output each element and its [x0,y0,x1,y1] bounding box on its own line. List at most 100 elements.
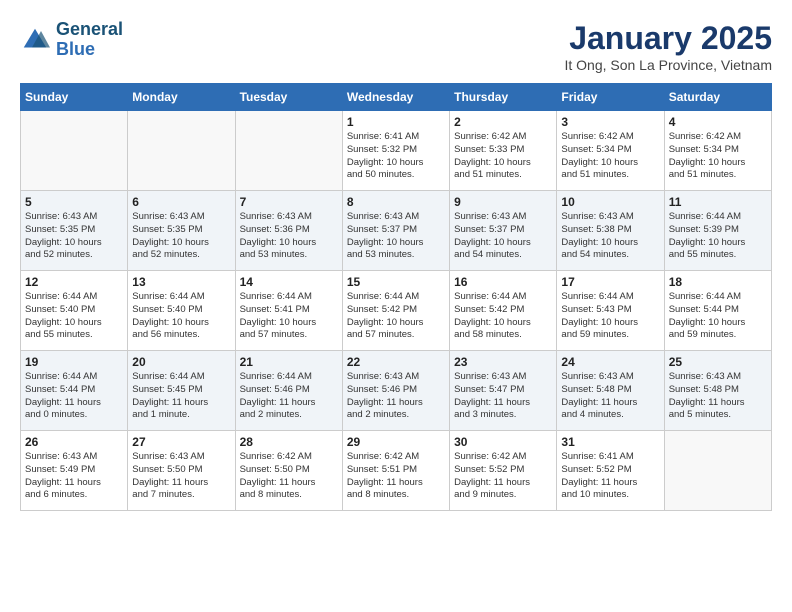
title-block: January 2025 It Ong, Son La Province, Vi… [564,20,772,73]
cell-info: Sunrise: 6:44 AMSunset: 5:42 PMDaylight:… [454,291,552,342]
day-number: 6 [132,195,230,209]
cell-info: Sunrise: 6:43 AMSunset: 5:47 PMDaylight:… [454,371,552,422]
calendar-cell: 13 Sunrise: 6:44 AMSunset: 5:40 PMDayligh… [128,271,235,351]
calendar-cell: 31Sunrise: 6:41 AMSunset: 5:52 PMDayligh… [557,431,664,511]
calendar-cell: 21Sunrise: 6:44 AMSunset: 5:46 PMDayligh… [235,351,342,431]
day-number: 11 [669,195,767,209]
cell-info: Sunrise: 6:42 AMSunset: 5:34 PMDaylight:… [561,131,659,182]
calendar-cell [128,111,235,191]
calendar-cell: 2 Sunrise: 6:42 AMSunset: 5:33 PMDaylight… [450,111,557,191]
cell-info: Sunrise: 6:42 AMSunset: 5:52 PMDaylight:… [454,451,552,502]
calendar-cell: 27 Sunrise: 6:43 AMSunset: 5:50 PMDayligh… [128,431,235,511]
cell-info: Sunrise: 6:42 AMSunset: 5:50 PMDaylight:… [240,451,338,502]
day-number: 13 [132,275,230,289]
cell-info: Sunrise: 6:43 AMSunset: 5:49 PMDaylight:… [25,451,123,502]
page-header: General Blue January 2025 It Ong, Son La… [20,20,772,73]
calendar-table: SundayMondayTuesdayWednesdayThursdayFrid… [20,83,772,511]
cell-info: Sunrise: 6:44 AMSunset: 5:40 PMDaylight:… [25,291,123,342]
calendar-header-row: SundayMondayTuesdayWednesdayThursdayFrid… [21,84,772,111]
calendar-week-row: 26Sunrise: 6:43 AMSunset: 5:49 PMDayligh… [21,431,772,511]
day-number: 27 [132,435,230,449]
day-number: 24 [561,355,659,369]
calendar-cell: 20Sunrise: 6:44 AMSunset: 5:45 PMDayligh… [128,351,235,431]
calendar-week-row: 19Sunrise: 6:44 AMSunset: 5:44 PMDayligh… [21,351,772,431]
day-number: 5 [25,195,123,209]
weekday-header-thursday: Thursday [450,84,557,111]
day-number: 18 [669,275,767,289]
day-number: 2 [454,115,552,129]
cell-info: Sunrise: 6:44 AMSunset: 5:40 PMDaylight:… [132,291,230,342]
calendar-cell: 28 Sunrise: 6:42 AMSunset: 5:50 PMDayligh… [235,431,342,511]
day-number: 3 [561,115,659,129]
day-number: 1 [347,115,445,129]
cell-info: Sunrise: 6:42 AMSunset: 5:33 PMDaylight:… [454,131,552,182]
calendar-cell [235,111,342,191]
day-number: 29 [347,435,445,449]
day-number: 14 [240,275,338,289]
cell-info: Sunrise: 6:43 AMSunset: 5:48 PMDaylight:… [669,371,767,422]
day-number: 23 [454,355,552,369]
calendar-week-row: 1 Sunrise: 6:41 AMSunset: 5:32 PMDaylight… [21,111,772,191]
cell-info: Sunrise: 6:44 AMSunset: 5:44 PMDaylight:… [25,371,123,422]
day-number: 25 [669,355,767,369]
calendar-cell: 5 Sunrise: 6:43 AMSunset: 5:35 PMDaylight… [21,191,128,271]
day-number: 30 [454,435,552,449]
cell-info: Sunrise: 6:43 AMSunset: 5:35 PMDaylight:… [132,211,230,262]
calendar-cell: 8 Sunrise: 6:43 AMSunset: 5:37 PMDaylight… [342,191,449,271]
calendar-week-row: 12 Sunrise: 6:44 AMSunset: 5:40 PMDayligh… [21,271,772,351]
logo: General Blue [20,20,123,60]
cell-info: Sunrise: 6:44 AMSunset: 5:43 PMDaylight:… [561,291,659,342]
month-title: January 2025 [564,20,772,57]
logo-line2: Blue [56,39,95,59]
day-number: 17 [561,275,659,289]
calendar-cell: 26Sunrise: 6:43 AMSunset: 5:49 PMDayligh… [21,431,128,511]
cell-info: Sunrise: 6:44 AMSunset: 5:42 PMDaylight:… [347,291,445,342]
calendar-cell: 30 Sunrise: 6:42 AMSunset: 5:52 PMDayligh… [450,431,557,511]
cell-info: Sunrise: 6:44 AMSunset: 5:41 PMDaylight:… [240,291,338,342]
day-number: 4 [669,115,767,129]
cell-info: Sunrise: 6:43 AMSunset: 5:36 PMDaylight:… [240,211,338,262]
cell-info: Sunrise: 6:43 AMSunset: 5:50 PMDaylight:… [132,451,230,502]
cell-info: Sunrise: 6:43 AMSunset: 5:35 PMDaylight:… [25,211,123,262]
calendar-cell: 22Sunrise: 6:43 AMSunset: 5:46 PMDayligh… [342,351,449,431]
cell-info: Sunrise: 6:44 AMSunset: 5:45 PMDaylight:… [132,371,230,422]
calendar-cell [664,431,771,511]
cell-info: Sunrise: 6:43 AMSunset: 5:38 PMDaylight:… [561,211,659,262]
cell-info: Sunrise: 6:41 AMSunset: 5:32 PMDaylight:… [347,131,445,182]
day-number: 16 [454,275,552,289]
day-number: 22 [347,355,445,369]
logo-text: General Blue [56,20,123,60]
cell-info: Sunrise: 6:44 AMSunset: 5:44 PMDaylight:… [669,291,767,342]
calendar-cell: 24 Sunrise: 6:43 AMSunset: 5:48 PMDayligh… [557,351,664,431]
calendar-cell: 19Sunrise: 6:44 AMSunset: 5:44 PMDayligh… [21,351,128,431]
calendar-cell: 29 Sunrise: 6:42 AMSunset: 5:51 PMDayligh… [342,431,449,511]
day-number: 10 [561,195,659,209]
weekday-header-wednesday: Wednesday [342,84,449,111]
weekday-header-sunday: Sunday [21,84,128,111]
calendar-cell: 11Sunrise: 6:44 AMSunset: 5:39 PMDayligh… [664,191,771,271]
calendar-cell: 1 Sunrise: 6:41 AMSunset: 5:32 PMDaylight… [342,111,449,191]
location: It Ong, Son La Province, Vietnam [564,57,772,73]
day-number: 7 [240,195,338,209]
weekday-header-saturday: Saturday [664,84,771,111]
cell-info: Sunrise: 6:42 AMSunset: 5:34 PMDaylight:… [669,131,767,182]
calendar-cell: 18 Sunrise: 6:44 AMSunset: 5:44 PMDayligh… [664,271,771,351]
calendar-cell: 23 Sunrise: 6:43 AMSunset: 5:47 PMDayligh… [450,351,557,431]
cell-info: Sunrise: 6:42 AMSunset: 5:51 PMDaylight:… [347,451,445,502]
calendar-week-row: 5 Sunrise: 6:43 AMSunset: 5:35 PMDaylight… [21,191,772,271]
day-number: 9 [454,195,552,209]
day-number: 12 [25,275,123,289]
day-number: 31 [561,435,659,449]
cell-info: Sunrise: 6:43 AMSunset: 5:48 PMDaylight:… [561,371,659,422]
calendar-cell: 25 Sunrise: 6:43 AMSunset: 5:48 PMDayligh… [664,351,771,431]
weekday-header-friday: Friday [557,84,664,111]
calendar-cell: 7 Sunrise: 6:43 AMSunset: 5:36 PMDaylight… [235,191,342,271]
cell-info: Sunrise: 6:43 AMSunset: 5:37 PMDaylight:… [454,211,552,262]
calendar-cell: 9 Sunrise: 6:43 AMSunset: 5:37 PMDaylight… [450,191,557,271]
day-number: 8 [347,195,445,209]
calendar-cell: 14 Sunrise: 6:44 AMSunset: 5:41 PMDayligh… [235,271,342,351]
calendar-cell: 12 Sunrise: 6:44 AMSunset: 5:40 PMDayligh… [21,271,128,351]
cell-info: Sunrise: 6:43 AMSunset: 5:37 PMDaylight:… [347,211,445,262]
day-number: 28 [240,435,338,449]
logo-icon [20,25,50,55]
